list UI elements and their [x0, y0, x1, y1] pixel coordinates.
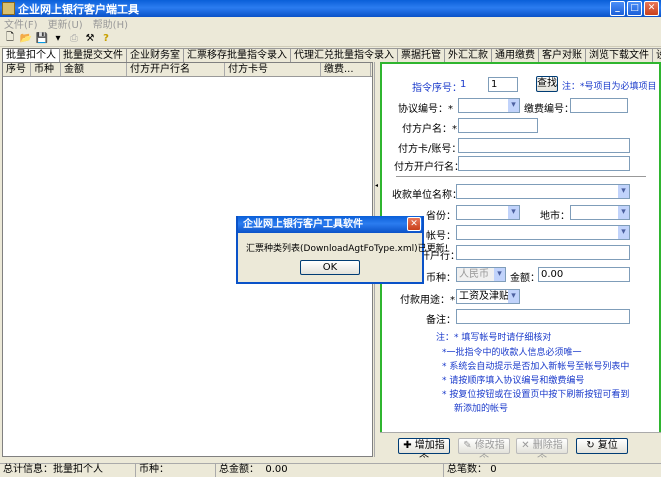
- payer-name-label: 付方户名：*: [402, 124, 457, 135]
- notes-title: 注：* 填写帐号时请仔细核对: [436, 333, 552, 343]
- status-currency: 币种：: [136, 463, 216, 477]
- usage-select[interactable]: 工资及津贴金: [456, 289, 520, 304]
- status-total-info: 总计信息：批量扣个人: [0, 463, 136, 477]
- city-select[interactable]: [570, 205, 630, 220]
- dialog-close-icon[interactable]: ✕: [407, 217, 421, 231]
- dropdown-icon[interactable]: ▾: [51, 31, 65, 45]
- modify-instruction-button[interactable]: ✎ 修改指令: [458, 438, 510, 465]
- open-folder-icon[interactable]: 📂: [19, 31, 33, 45]
- payer-bank-field[interactable]: [458, 156, 630, 171]
- grid-header: 序号 币种 金额 付方开户行名 付方卡号 缴费...: [3, 63, 372, 77]
- app-icon: [2, 2, 15, 15]
- action-strip: ✚ 增加指令 ✎ 修改指令 ✕ 删除指令 ↻ 复位: [380, 432, 661, 465]
- tab-batch-submit[interactable]: 批量提交文件: [59, 48, 127, 62]
- toolbar: 🗋 📂 💾 ▾ ⎙ ⚒ ?: [0, 30, 661, 47]
- agreement-select[interactable]: [458, 98, 520, 113]
- dialog-message: 汇票种类列表(DownloadAgtFoType.xml)已更新!: [246, 244, 449, 254]
- note-5: 新添加的帐号: [454, 404, 509, 414]
- remark-label: 备注：: [426, 315, 456, 326]
- tab-finance-room[interactable]: 企业财务室: [126, 48, 184, 62]
- tab-reconcile[interactable]: 客户对账: [538, 48, 586, 62]
- tab-bill-custody[interactable]: 票据托管: [397, 48, 445, 62]
- usage-label: 付款用途：*: [400, 295, 455, 306]
- col-seq[interactable]: 序号: [3, 63, 31, 76]
- bank-field[interactable]: [456, 245, 630, 260]
- note-1: *一批指令中的收款人信息必须唯一: [442, 348, 582, 358]
- minimize-icon[interactable]: _: [610, 1, 625, 16]
- account-select[interactable]: [456, 225, 630, 240]
- col-payer-card[interactable]: 付方卡号: [225, 63, 321, 76]
- payee-unit-select[interactable]: [456, 184, 630, 199]
- total-info-label: 总计信息：: [3, 463, 53, 475]
- remark-field[interactable]: [456, 309, 630, 324]
- tools-icon[interactable]: ⚒: [83, 31, 97, 45]
- payer-card-field[interactable]: [458, 138, 630, 153]
- find-button[interactable]: 查找: [536, 76, 558, 92]
- tab-batch-deduct[interactable]: 批量扣个人: [2, 48, 60, 62]
- reset-button[interactable]: ↻ 复位: [576, 438, 628, 454]
- note-3: * 请按顺序填入协议编号和缴费编号: [442, 376, 585, 386]
- total-amount-label: 总金额：: [219, 463, 259, 475]
- tab-strip: 批量扣个人 批量提交文件 企业财务室 汇票移存批量指令录入 代理汇兑批量指令录入…: [2, 48, 661, 62]
- maximize-icon[interactable]: □: [627, 1, 642, 16]
- dialog-ok-button[interactable]: OK: [300, 260, 360, 275]
- tab-draft-move[interactable]: 汇票移存批量指令录入: [183, 48, 291, 62]
- payer-name-field[interactable]: [458, 118, 538, 133]
- currency-select[interactable]: 人民币: [456, 267, 506, 282]
- new-file-icon[interactable]: 🗋: [3, 31, 17, 45]
- payer-card-label: 付方卡/账号：*: [398, 144, 467, 155]
- required-note: 注：*号项目为必填项目: [562, 82, 657, 92]
- close-icon[interactable]: ✕: [644, 1, 659, 16]
- col-payer-bank[interactable]: 付方开户行名: [127, 63, 225, 76]
- col-amount[interactable]: 金额: [61, 63, 127, 76]
- note-4: * 按复位按钮或在设置页中按下刷新按钮可看到: [442, 390, 630, 400]
- menu-update[interactable]: 更新(U): [48, 16, 83, 31]
- seq-spinner[interactable]: 1: [488, 77, 518, 92]
- dialog-title: 企业网上银行客户工具软件: [243, 219, 363, 230]
- total-count-label: 总笔数：: [447, 463, 487, 475]
- tab-browse-download[interactable]: 浏览下载文件: [585, 48, 653, 62]
- currency-status-label: 币种：: [139, 463, 169, 475]
- total-amount-value: 0.00: [265, 463, 288, 475]
- tab-general-payment[interactable]: 通用缴费: [491, 48, 539, 62]
- title-bar: 企业网上银行客户端工具 _ □ ✕: [0, 0, 661, 17]
- seq-display: 1: [460, 79, 467, 90]
- province-select[interactable]: [456, 205, 520, 220]
- col-payment[interactable]: 缴费...: [321, 63, 371, 76]
- status-bar: 总计信息：批量扣个人 币种： 总金额： 0.00 总笔数： 0: [0, 463, 661, 477]
- tab-forex[interactable]: 外汇汇款: [444, 48, 492, 62]
- tab-settings[interactable]: 设置: [652, 48, 661, 62]
- payment-no-field[interactable]: [570, 98, 628, 113]
- dialog-title-bar: 企业网上银行客户工具软件 ✕: [238, 216, 422, 233]
- status-total-amount: 总金额： 0.00: [216, 463, 444, 477]
- menu-help[interactable]: 帮助(H): [93, 16, 128, 31]
- delete-instruction-button[interactable]: ✕ 删除指令: [516, 438, 568, 465]
- add-instruction-button[interactable]: ✚ 增加指令: [398, 438, 450, 465]
- total-info-value: 批量扣个人: [53, 463, 103, 475]
- window-title: 企业网上银行客户端工具: [18, 2, 139, 16]
- print-icon[interactable]: ⎙: [67, 31, 81, 45]
- form-separator: [396, 176, 646, 178]
- help-icon[interactable]: ?: [99, 31, 113, 45]
- menu-bar: 文件(F) 更新(U) 帮助(H): [0, 16, 661, 31]
- status-total-count: 总笔数： 0: [444, 464, 661, 477]
- note-2: * 系统会自动提示是否加入新帐号至帐号列表中: [442, 362, 630, 372]
- save-icon[interactable]: 💾: [35, 31, 49, 45]
- tab-agent-remit[interactable]: 代理汇兑批量指令录入: [290, 48, 398, 62]
- app-window: 企业网上银行客户端工具 _ □ ✕ 文件(F) 更新(U) 帮助(H) 🗋 📂 …: [0, 0, 661, 477]
- seq-label: 指令序号：: [412, 83, 462, 94]
- total-count-value: 0: [490, 463, 497, 475]
- amount-field[interactable]: 0.00: [538, 267, 630, 282]
- reset-label: 复位: [597, 440, 618, 451]
- col-currency[interactable]: 币种: [31, 63, 61, 76]
- agreement-label: 协议编号：*: [398, 104, 453, 115]
- update-dialog: 企业网上银行客户工具软件 ✕ 汇票种类列表(DownloadAgtFoType.…: [236, 216, 449, 284]
